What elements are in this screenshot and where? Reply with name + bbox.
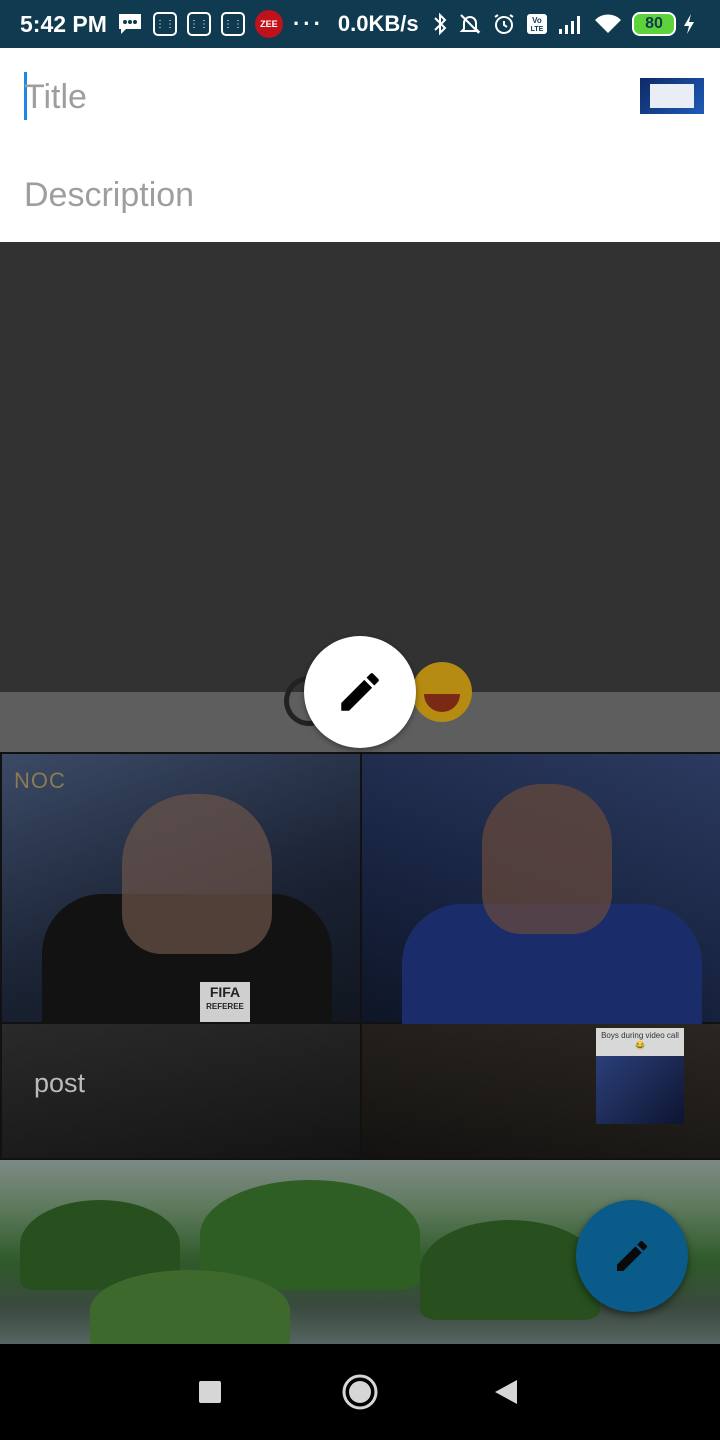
player-head <box>482 784 612 934</box>
signal-icon <box>558 13 584 35</box>
status-time: 5:42 PM <box>20 10 107 37</box>
back-triangle-icon <box>495 1380 517 1404</box>
meme-photo <box>596 1056 684 1124</box>
bluetooth-icon <box>432 12 448 36</box>
home-circle-icon <box>342 1374 378 1410</box>
embedded-meme-card: Boys during video call 😂 <box>596 1028 684 1124</box>
fifa-badge-text: FIFA <box>209 984 241 1000</box>
home-button[interactable] <box>336 1368 384 1416</box>
feed-photo-bottom-left[interactable]: post <box>2 1024 360 1158</box>
navigation-bar <box>0 1344 720 1440</box>
feed-photo-referee[interactable]: NOC FIFA REFEREE <box>2 754 360 1024</box>
referee-head <box>122 794 272 954</box>
attached-image-thumbnail[interactable] <box>640 78 704 114</box>
volte-icon: Vo LTE <box>526 13 548 35</box>
bell-off-icon <box>458 12 482 36</box>
wifi-icon <box>594 13 622 35</box>
svg-text:Vo: Vo <box>532 16 542 25</box>
meme-caption: Boys during video call 😂 <box>601 1031 679 1050</box>
back-button[interactable] <box>486 1372 526 1412</box>
noc-watermark: NOC <box>14 768 66 793</box>
dim-overlay <box>0 242 720 692</box>
svg-text:LTE: LTE <box>531 26 544 33</box>
compose-fab[interactable] <box>576 1200 688 1312</box>
message-icon <box>117 12 143 36</box>
pencil-icon <box>341 673 379 711</box>
feed-photo-bottom-right[interactable]: Boys during video call 😂 <box>362 1024 720 1158</box>
pencil-icon <box>617 1240 648 1271</box>
description-input[interactable]: Description <box>24 176 194 215</box>
network-speed: 0.0KB/s <box>337 11 419 36</box>
feed-photo-player[interactable] <box>362 754 720 1024</box>
zee-app-icon: ZEE <box>254 10 283 38</box>
more-notifications-icon: ··· <box>292 11 324 36</box>
alarm-icon <box>492 12 516 36</box>
emoji-image <box>412 662 472 722</box>
sim-icon: ⋮⋮ <box>152 12 177 36</box>
sim-icon: ⋮⋮ <box>220 12 245 36</box>
sim-icon: ⋮⋮ <box>186 12 211 36</box>
recents-button[interactable] <box>190 1372 230 1412</box>
fifa-badge: FIFA REFEREE <box>200 982 250 1022</box>
referee-badge-text: REFEREE <box>206 1002 244 1011</box>
status-bar: 5:42 PM ⋮⋮ ⋮⋮ ⋮⋮ ZEE ··· 0.0KB/s Vo LTE 8… <box>0 0 720 48</box>
recents-square-icon <box>199 1381 221 1403</box>
charging-icon <box>682 13 696 35</box>
new-post-form: Title Description <box>0 48 720 242</box>
feed-image-grid[interactable]: NOC FIFA REFEREE post Boys during video … <box>0 752 720 1160</box>
title-input[interactable]: Title <box>24 78 87 117</box>
battery-icon: 80 <box>632 12 676 36</box>
edit-button[interactable] <box>304 636 416 748</box>
post-label: post <box>34 1068 86 1098</box>
